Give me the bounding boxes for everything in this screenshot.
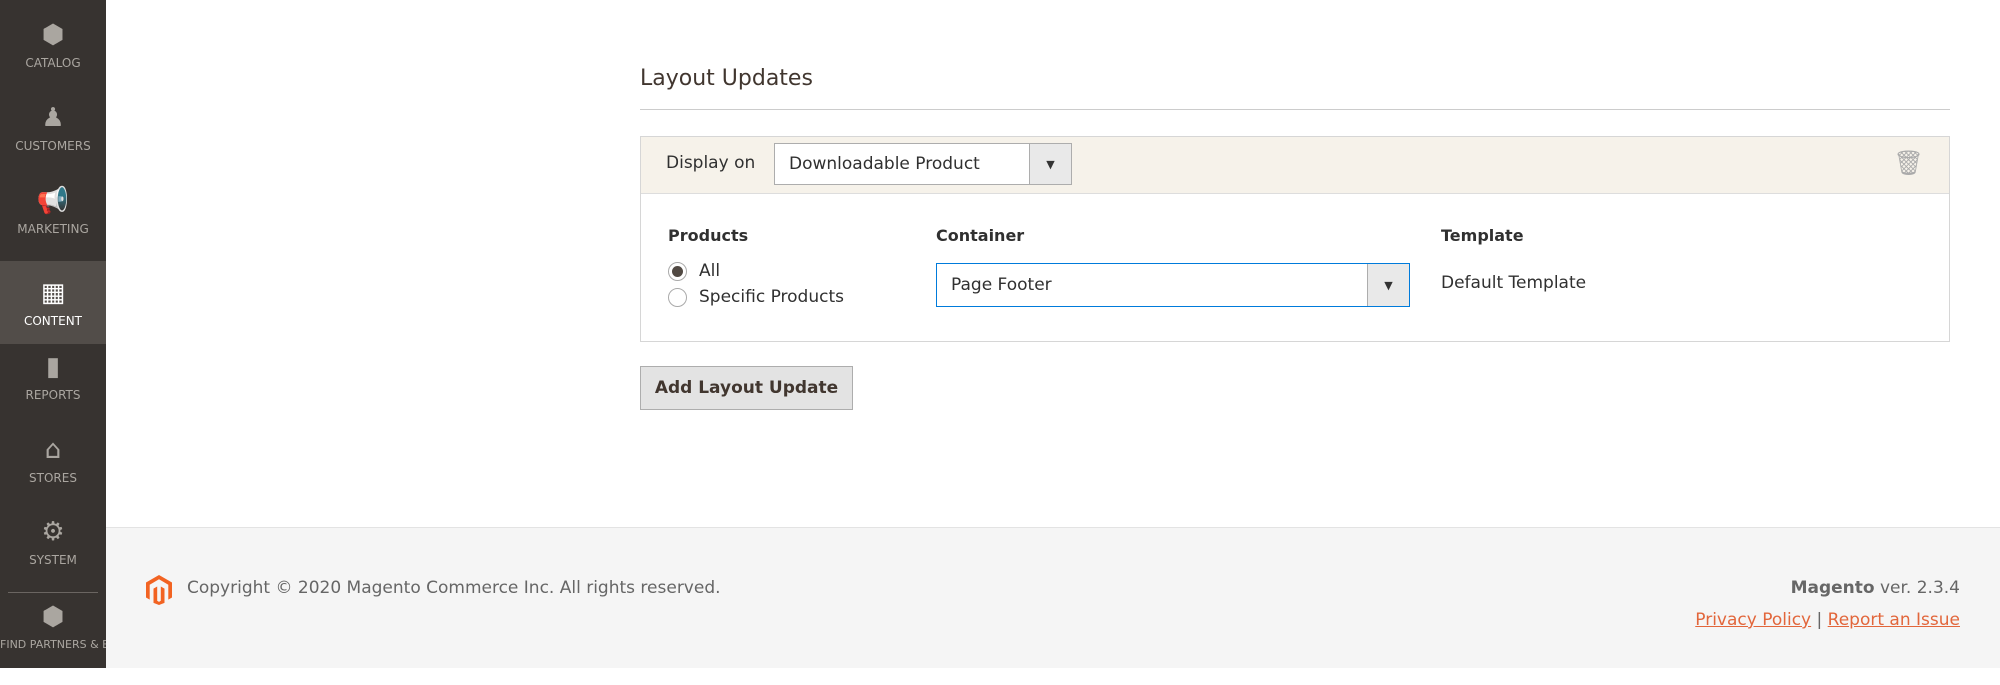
panel-header: Display on Downloadable Product ▼ 🗑 <box>641 137 1949 194</box>
privacy-policy-link[interactable]: Privacy Policy <box>1695 610 1811 630</box>
sidebar-item-reports[interactable]: ▮ REPORTS <box>0 352 106 435</box>
chevron-down-icon: ▼ <box>1367 264 1409 306</box>
container-label: Container <box>936 226 1025 245</box>
products-label: Products <box>668 226 749 245</box>
admin-sidebar: ⬢ CATALOG ♟ CUSTOMERS 📢 MARKETING ▦ CONTENT … <box>0 0 172 668</box>
display-on-value: Downloadable Product <box>789 154 980 174</box>
display-on-select[interactable]: Downloadable Product ▼ <box>774 143 1072 185</box>
radio-checked-icon <box>668 261 687 281</box>
radio-specific-products[interactable]: Specific Products <box>668 287 844 307</box>
sidebar-item-find-partners[interactable]: ⬢ FIND PARTNERS & EXTENSIONS <box>0 602 172 685</box>
person-icon: ♟ <box>41 103 65 133</box>
radio-all[interactable]: All <box>668 261 720 281</box>
template-value: Default Template <box>1441 273 1587 293</box>
radio-unchecked-icon <box>668 287 687 307</box>
store-icon: ⌂ <box>44 435 62 465</box>
bar-chart-icon: ▮ <box>45 352 61 382</box>
magento-logo-icon <box>146 575 172 605</box>
blocks-icon: ⬢ <box>41 602 65 632</box>
copyright-text: Copyright © 2020 Magento Commerce Inc. A… <box>187 578 721 598</box>
display-on-label: Display on <box>666 153 756 173</box>
version-info: Magento ver. 2.3.4 <box>1790 578 1960 598</box>
title-divider <box>640 109 1950 110</box>
container-select[interactable]: Page Footer ▼ <box>936 263 1410 307</box>
chevron-down-icon: ▼ <box>1029 144 1071 184</box>
sidebar-divider <box>8 592 98 593</box>
sidebar-item-content[interactable]: ▦ CONTENT <box>0 261 106 344</box>
layout-update-panel: Display on Downloadable Product ▼ 🗑 Prod… <box>640 136 1950 342</box>
template-label: Template <box>1441 226 1524 245</box>
sidebar-item-customers[interactable]: ♟ CUSTOMERS <box>0 103 106 186</box>
add-layout-update-button[interactable]: Add Layout Update <box>640 366 853 410</box>
gear-icon: ⚙ <box>41 517 65 547</box>
layout-icon: ▦ <box>40 278 66 308</box>
report-issue-link[interactable]: Report an Issue <box>1828 610 1960 630</box>
sidebar-item-catalog[interactable]: ⬢ CATALOG <box>0 20 106 103</box>
box-icon: ⬢ <box>41 20 65 50</box>
container-value: Page Footer <box>951 275 1052 295</box>
sidebar-item-stores[interactable]: ⌂ STORES <box>0 435 106 518</box>
trash-icon[interactable]: 🗑 <box>1894 149 1924 177</box>
megaphone-icon: 📢 <box>36 186 70 216</box>
sidebar-item-marketing[interactable]: 📢 MARKETING <box>0 186 106 269</box>
sidebar-item-system[interactable]: ⚙ SYSTEM <box>0 517 106 600</box>
footer-links: Privacy Policy | Report an Issue <box>1695 610 1960 630</box>
section-title: Layout Updates <box>640 66 813 91</box>
